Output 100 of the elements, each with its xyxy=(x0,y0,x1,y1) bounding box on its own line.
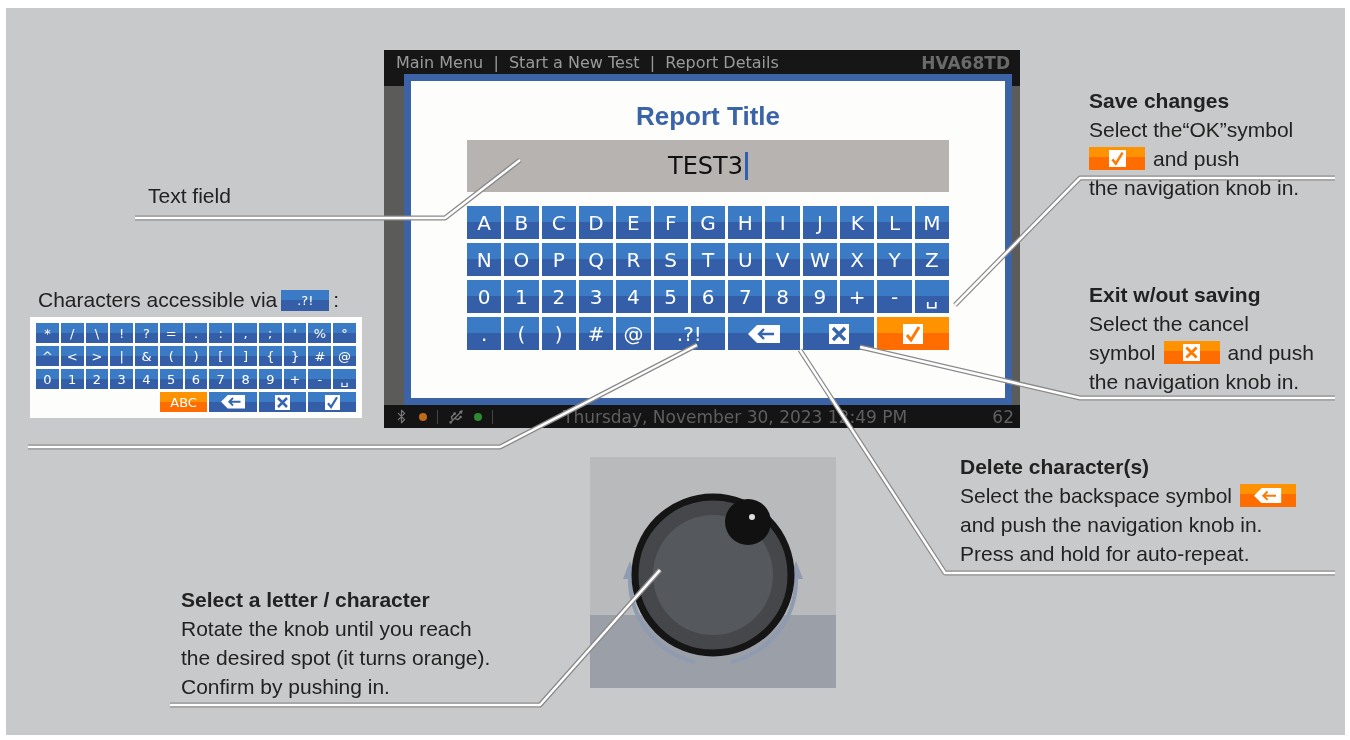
keyboard-key[interactable]: : xyxy=(209,323,233,343)
keyboard-key[interactable]: / xyxy=(60,323,84,343)
keyboard-key[interactable]: @ xyxy=(333,346,356,366)
keyboard-key[interactable]: V xyxy=(765,243,800,276)
keyboard-key[interactable]: ( xyxy=(159,346,183,366)
keyboard-key[interactable]: 8 xyxy=(234,369,257,389)
keyboard-key[interactable]: P xyxy=(541,243,576,276)
keyboard-key[interactable]: 4 xyxy=(616,280,651,313)
breadcrumb: Main Menu | Start a New Test | Report Details xyxy=(396,53,779,72)
keyboard-key[interactable]: @ xyxy=(616,317,651,350)
keyboard-key[interactable]: L xyxy=(877,206,912,239)
keyboard-key[interactable]: Y xyxy=(877,243,912,276)
keyboard-key[interactable]: # xyxy=(578,317,614,350)
keyboard-key[interactable]: I xyxy=(765,206,800,239)
keyboard-key[interactable]: ( xyxy=(504,317,539,350)
keyboard-key[interactable]: * xyxy=(36,323,59,343)
keyboard-key[interactable]: Z xyxy=(914,243,949,276)
keyboard-key[interactable]: ␣ xyxy=(333,369,356,389)
keyboard-key[interactable]: R xyxy=(616,243,651,276)
keyboard-key[interactable]: D xyxy=(578,206,614,239)
keyboard-key[interactable]: , xyxy=(234,323,257,343)
keyboard-key[interactable]: 3 xyxy=(578,280,614,313)
keyboard-key[interactable]: + xyxy=(840,280,875,313)
keyboard-key[interactable]: ^ xyxy=(36,346,59,366)
keyboard-key[interactable]: C xyxy=(541,206,576,239)
backspace-key[interactable] xyxy=(209,392,257,412)
callout-text: Select the cancel xyxy=(1089,311,1249,336)
keyboard-key[interactable]: + xyxy=(283,369,307,389)
keyboard-key[interactable]: ) xyxy=(541,317,576,350)
keyboard-key[interactable]: 0 xyxy=(36,369,59,389)
keyboard-key[interactable]: - xyxy=(877,280,912,313)
keyboard-key[interactable]: % xyxy=(308,323,332,343)
keyboard-key[interactable]: S xyxy=(653,243,688,276)
keyboard-key[interactable]: F xyxy=(653,206,688,239)
keyboard-key[interactable]: [ xyxy=(209,346,233,366)
keyboard-key[interactable]: 6 xyxy=(184,369,208,389)
keyboard-key[interactable]: 1 xyxy=(60,369,84,389)
keyboard-key[interactable]: 7 xyxy=(209,369,233,389)
keyboard-key[interactable]: X xyxy=(840,243,875,276)
keyboard-key[interactable]: & xyxy=(135,346,158,366)
keyboard-key[interactable]: 4 xyxy=(135,369,158,389)
keyboard-key[interactable]: - xyxy=(308,369,332,389)
keyboard-key[interactable]: > xyxy=(85,346,109,366)
keyboard-key[interactable]: G xyxy=(690,206,726,239)
keyboard-key[interactable]: K xyxy=(840,206,875,239)
keyboard-key[interactable]: 9 xyxy=(802,280,838,313)
backspace-key[interactable] xyxy=(728,317,800,350)
callout-text: symbol xyxy=(1089,340,1156,365)
keyboard-key[interactable]: N xyxy=(467,243,502,276)
ok-key[interactable] xyxy=(308,392,356,412)
keyboard-key[interactable]: J xyxy=(802,206,838,239)
callout-text: Rotate the knob until you reach xyxy=(181,616,472,641)
keyboard-key[interactable]: 6 xyxy=(690,280,726,313)
keyboard-key[interactable]: 5 xyxy=(653,280,688,313)
keyboard-key[interactable]: 9 xyxy=(258,369,282,389)
keyboard-key[interactable]: 5 xyxy=(159,369,183,389)
keyboard-key[interactable]: = xyxy=(159,323,183,343)
cancel-key[interactable] xyxy=(802,317,875,350)
keyboard-key[interactable]: 8 xyxy=(765,280,800,313)
cancel-key[interactable] xyxy=(258,392,307,412)
keyboard-key[interactable]: } xyxy=(283,346,307,366)
keyboard-key[interactable]: ) xyxy=(184,346,208,366)
keyboard-key[interactable]: . xyxy=(184,323,208,343)
keyboard-key[interactable]: W xyxy=(802,243,838,276)
keyboard-key[interactable]: 1 xyxy=(504,280,539,313)
callout-text: Characters accessible via xyxy=(38,288,278,312)
keyboard-key[interactable]: { xyxy=(258,346,282,366)
keyboard-key[interactable]: ␣ xyxy=(914,280,949,313)
keyboard-key[interactable]: # xyxy=(308,346,332,366)
keyboard-key[interactable]: ; xyxy=(258,323,282,343)
keyboard-key[interactable]: \ xyxy=(85,323,109,343)
keyboard-key[interactable]: Q xyxy=(578,243,614,276)
keyboard-key[interactable]: A xyxy=(467,206,502,239)
keyboard-key[interactable]: T xyxy=(690,243,726,276)
keyboard-key[interactable]: ° xyxy=(333,323,356,343)
keyboard-key[interactable]: 2 xyxy=(541,280,576,313)
text-field[interactable]: TEST3 xyxy=(467,140,949,192)
keyboard-key[interactable]: ] xyxy=(234,346,257,366)
close-icon xyxy=(275,394,291,410)
keyboard-key[interactable]: U xyxy=(728,243,763,276)
keyboard-key[interactable]: < xyxy=(60,346,84,366)
keyboard-key[interactable]: 2 xyxy=(85,369,109,389)
keyboard-key[interactable]: O xyxy=(504,243,539,276)
keyboard-key[interactable]: M xyxy=(914,206,949,239)
keyboard-key[interactable]: ? xyxy=(135,323,158,343)
keyboard-key[interactable]: 3 xyxy=(110,369,134,389)
callout-text: Text field xyxy=(148,184,232,208)
keyboard-key[interactable]: | xyxy=(110,346,134,366)
backspace-icon xyxy=(221,395,246,409)
keyboard-key[interactable]: 7 xyxy=(728,280,763,313)
keyboard-key[interactable]: .?! xyxy=(653,317,726,350)
keyboard-key[interactable]: ! xyxy=(110,323,134,343)
keyboard-key[interactable]: H xyxy=(728,206,763,239)
keyboard-key[interactable]: 0 xyxy=(467,280,502,313)
keyboard-key[interactable]: B xyxy=(504,206,539,239)
ok-key[interactable] xyxy=(877,317,949,350)
check-icon xyxy=(324,394,340,410)
keyboard-key[interactable]: ' xyxy=(283,323,307,343)
keyboard-key[interactable]: E xyxy=(616,206,651,239)
keyboard-key[interactable]: . xyxy=(467,317,502,350)
